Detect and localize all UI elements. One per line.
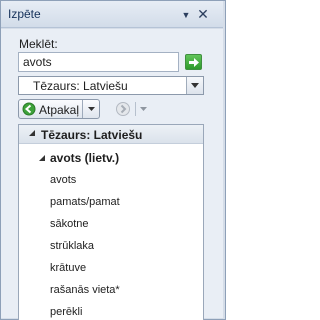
back-button[interactable]: Atpakaļ xyxy=(19,100,83,118)
forward-split-button xyxy=(112,99,152,119)
forward-arrow-icon xyxy=(116,102,130,116)
results-source-header[interactable]: Tēzaurs: Latviešu xyxy=(19,125,203,144)
forward-separator xyxy=(135,102,136,116)
synonym-item[interactable]: perēkli xyxy=(50,306,82,318)
pane-title: Izpēte xyxy=(8,7,41,21)
synonym-item[interactable]: sākotne xyxy=(50,218,89,230)
synonym-item[interactable]: pamats/pamat xyxy=(50,196,120,208)
arrow-right-icon xyxy=(189,58,199,67)
chevron-down-icon xyxy=(140,107,147,111)
results-list: Tēzaurs: Latviešu avots (lietv.) avots p… xyxy=(18,124,204,320)
search-label: Meklēt: xyxy=(19,37,58,51)
back-history-dropdown[interactable] xyxy=(84,100,99,118)
chevron-down-icon[interactable] xyxy=(186,77,203,94)
collapse-triangle-icon xyxy=(29,130,35,136)
meaning-group-heading[interactable]: avots (lietv.) xyxy=(50,151,119,165)
synonym-item[interactable]: krātuve xyxy=(50,262,86,274)
back-split-button: Atpakaļ xyxy=(18,99,100,119)
chevron-down-icon xyxy=(88,107,95,111)
forward-button[interactable] xyxy=(112,99,134,119)
synonym-item[interactable]: strūklaka xyxy=(50,240,94,252)
reference-source-select[interactable]: Tēzaurs: Latviešu xyxy=(18,76,204,95)
results-source-title: Tēzaurs: Latviešu xyxy=(41,128,143,142)
back-arrow-icon xyxy=(22,102,36,116)
synonym-item[interactable]: rašanās vieta* xyxy=(50,284,120,296)
pane-options-icon[interactable]: ▼ xyxy=(180,9,192,21)
reference-source-value: Tēzaurs: Latviešu xyxy=(33,79,128,93)
collapse-triangle-icon[interactable] xyxy=(39,155,45,161)
back-button-label: Atpakaļ xyxy=(39,103,80,117)
start-search-button[interactable] xyxy=(185,54,202,70)
forward-history-dropdown[interactable] xyxy=(137,99,151,119)
close-pane-icon[interactable]: ✕ xyxy=(195,6,211,22)
search-input[interactable] xyxy=(18,52,179,72)
synonym-item[interactable]: avots xyxy=(50,174,76,186)
pane-title-bar: Izpēte ▼ ✕ xyxy=(1,1,223,28)
